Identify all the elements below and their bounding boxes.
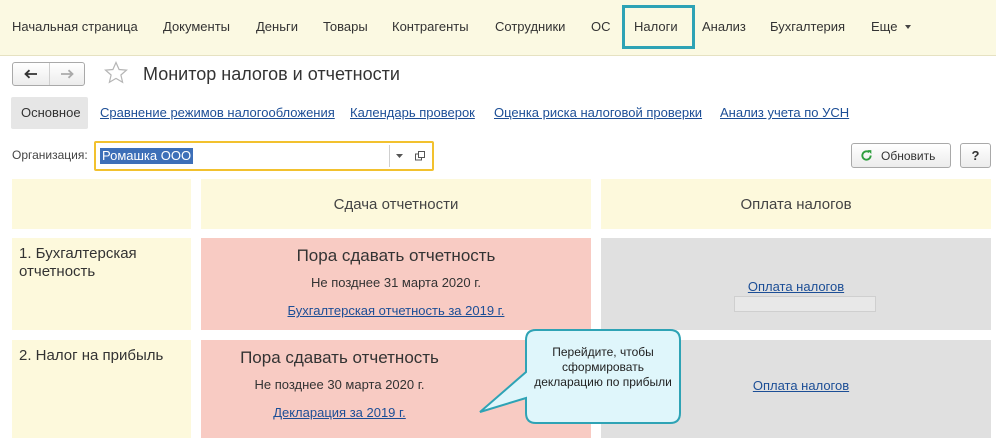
status-text: Пора сдавать отчетность — [240, 348, 439, 367]
payments-cell-accounting: Оплата налогов — [601, 238, 991, 330]
menu-item-employees[interactable]: Сотрудники — [495, 19, 565, 34]
open-form-icon — [415, 151, 425, 161]
status-text: Пора сдавать отчетность — [296, 246, 496, 265]
tab-audit-calendar[interactable]: Календарь проверок — [350, 105, 475, 120]
menu-item-home[interactable]: Начальная страница — [12, 19, 138, 34]
corner-cell — [12, 179, 191, 229]
organization-field[interactable]: Ромашка ООО — [94, 141, 434, 171]
payment-link-profit-tax[interactable]: Оплата налогов — [753, 378, 849, 393]
menu-item-fixed-assets[interactable]: ОС — [591, 19, 611, 34]
refresh-icon — [861, 150, 872, 161]
menu-item-money[interactable]: Деньги — [256, 19, 298, 34]
row-label-accounting: 1. Бухгалтерская отчетность — [12, 238, 191, 330]
menu-item-analysis[interactable]: Анализ — [702, 19, 746, 34]
star-icon[interactable] — [103, 60, 129, 86]
organization-label: Организация: — [12, 148, 88, 162]
column-header-reports: Сдача отчетности — [201, 179, 591, 229]
page-title: Монитор налогов и отчетности — [143, 64, 400, 84]
menu-item-counterparties[interactable]: Контрагенты — [392, 19, 469, 34]
menu-item-taxes[interactable]: Налоги — [634, 19, 678, 34]
back-button[interactable] — [13, 63, 49, 85]
empty-field — [734, 296, 876, 312]
history-nav — [12, 62, 85, 86]
menu-item-documents[interactable]: Документы — [163, 19, 230, 34]
tab-audit-risk[interactable]: Оценка риска налоговой проверки — [494, 105, 702, 120]
tab-main-label: Основное — [21, 105, 81, 120]
organization-value: Ромашка ООО — [100, 148, 194, 164]
menu-item-goods[interactable]: Товары — [323, 19, 368, 34]
menu-item-accounting[interactable]: Бухгалтерия — [770, 19, 845, 34]
top-menu: Начальная страница Документы Деньги Това… — [0, 0, 996, 56]
payment-link-accounting[interactable]: Оплата налогов — [748, 279, 844, 294]
report-link-profit-tax[interactable]: Декларация за 2019 г. — [273, 405, 406, 420]
reports-cell-profit-tax: Пора сдавать отчетность Не позднее 30 ма… — [201, 340, 591, 438]
deadline-text: Не позднее 31 марта 2020 г. — [311, 275, 481, 290]
chevron-down-icon — [905, 25, 912, 29]
menu-item-more-label: Еще — [871, 19, 898, 34]
chevron-down-icon — [395, 154, 403, 158]
deadline-text: Не позднее 30 марта 2020 г. — [254, 377, 425, 392]
organization-dropdown-button[interactable] — [390, 146, 408, 166]
callout-text: Перейдите, чтобы сформировать декларацию… — [534, 345, 672, 389]
reports-cell-accounting: Пора сдавать отчетность Не позднее 31 ма… — [201, 238, 591, 330]
organization-open-button[interactable] — [410, 146, 430, 166]
tab-usn-analysis[interactable]: Анализ учета по УСН — [720, 105, 849, 120]
menu-item-more[interactable]: Еще — [871, 19, 912, 34]
help-button[interactable]: ? — [960, 143, 991, 168]
arrow-right-icon — [60, 69, 74, 79]
tab-main[interactable]: Основное — [11, 97, 88, 129]
tab-regime-comparison[interactable]: Сравнение режимов налогообложения — [100, 105, 335, 120]
arrow-left-icon — [23, 69, 37, 79]
column-header-payments: Оплата налогов — [601, 179, 991, 229]
forward-button[interactable] — [48, 63, 85, 85]
refresh-button[interactable]: Обновить — [851, 143, 951, 168]
report-link-accounting[interactable]: Бухгалтерская отчетность за 2019 г. — [288, 303, 505, 318]
row-label-profit-tax: 2. Налог на прибыль — [12, 340, 191, 438]
refresh-button-label: Обновить — [881, 148, 936, 163]
